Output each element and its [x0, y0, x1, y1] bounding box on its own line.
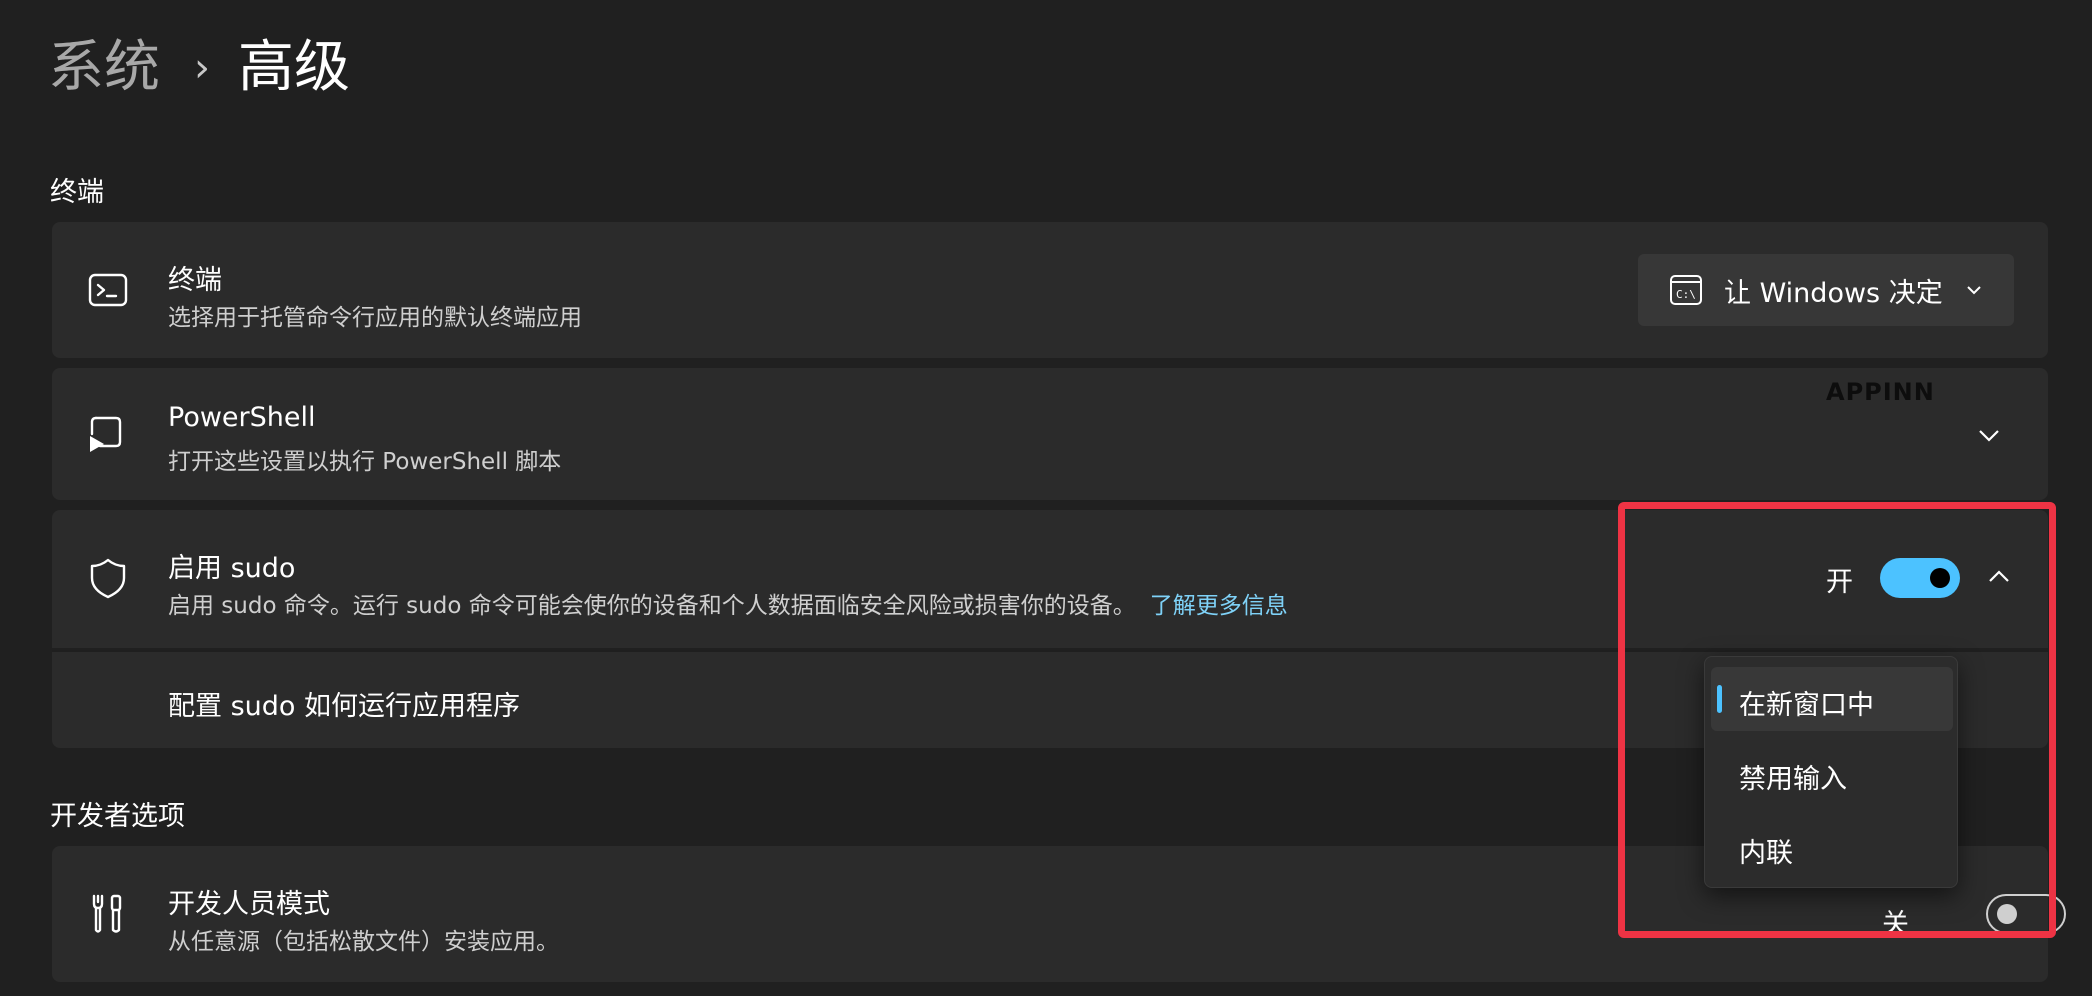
- developer-mode-title: 开发人员模式: [168, 889, 330, 920]
- appinn-watermark: APPINN: [1826, 378, 1935, 406]
- sudo-toggle-label: 开: [1826, 567, 1853, 598]
- breadcrumb-separator-icon: ›: [194, 45, 210, 91]
- learn-more-link[interactable]: 了解更多信息: [1150, 593, 1288, 619]
- section-header-terminal: 终端: [50, 177, 104, 208]
- sudo-setting-card: 启用 sudo 启用 sudo 命令。运行 sudo 命令可能会使你的设备和个人…: [52, 510, 2048, 648]
- shield-icon: [86, 556, 130, 600]
- developer-mode-toggle-label: 关: [1882, 909, 1909, 940]
- developer-mode-description: 从任意源（包括松散文件）安装应用。: [168, 929, 559, 955]
- powershell-setting-card[interactable]: PowerShell 打开这些设置以执行 PowerShell 脚本: [52, 368, 2048, 500]
- flyout-option-disable-input[interactable]: 禁用输入: [1711, 741, 1953, 805]
- developer-mode-toggle-switch[interactable]: [1986, 894, 2066, 934]
- toggle-knob: [1930, 568, 1950, 588]
- sudo-title: 启用 sudo: [168, 553, 296, 584]
- breadcrumb-system-link[interactable]: 系统: [48, 40, 160, 96]
- flyout-option-inline[interactable]: 内联: [1711, 815, 1953, 879]
- powershell-title: PowerShell: [168, 402, 316, 433]
- sudo-config-label: 配置 sudo 如何运行应用程序: [168, 691, 521, 722]
- section-header-developer: 开发者选项: [50, 801, 185, 832]
- sudo-mode-flyout: 在新窗口中 禁用输入 内联: [1704, 656, 1958, 888]
- sudo-description-text: 启用 sudo 命令。运行 sudo 命令可能会使你的设备和个人数据面临安全风险…: [168, 593, 1136, 619]
- selection-indicator: [1717, 685, 1722, 713]
- breadcrumb: 系统 › 高级: [48, 28, 350, 108]
- chevron-down-icon[interactable]: [1976, 422, 2002, 448]
- flyout-option-label: 在新窗口中: [1739, 690, 1874, 721]
- powershell-icon: [86, 412, 130, 456]
- toggle-knob: [1997, 904, 2017, 924]
- terminal-dropdown-value: 让 Windows 决定: [1724, 277, 1943, 309]
- terminal-title: 终端: [168, 265, 222, 296]
- chevron-up-icon[interactable]: [1986, 564, 2012, 590]
- settings-page: 系统 › 高级 终端 终端 选择用于托管命令行应用的默认终端应用 C:\ 让 W…: [0, 0, 2092, 996]
- tools-icon: [86, 892, 130, 936]
- terminal-app-dropdown[interactable]: C:\ 让 Windows 决定: [1638, 254, 2014, 326]
- powershell-description: 打开这些设置以执行 PowerShell 脚本: [168, 449, 562, 475]
- flyout-option-label: 内联: [1739, 838, 1793, 869]
- page-title: 高级: [238, 35, 350, 100]
- terminal-description: 选择用于托管命令行应用的默认终端应用: [168, 305, 582, 331]
- sudo-description: 启用 sudo 命令。运行 sudo 命令可能会使你的设备和个人数据面临安全风险…: [168, 586, 1288, 620]
- terminal-setting-card: 终端 选择用于托管命令行应用的默认终端应用 C:\ 让 Windows 决定: [52, 222, 2048, 358]
- sudo-toggle-switch[interactable]: [1880, 558, 1960, 598]
- flyout-option-new-window[interactable]: 在新窗口中: [1711, 667, 1953, 731]
- terminal-icon: [86, 268, 130, 312]
- chevron-down-icon: [1967, 286, 1981, 295]
- flyout-option-label: 禁用输入: [1739, 764, 1847, 795]
- svg-text:C:\: C:\: [1676, 288, 1696, 301]
- command-prompt-icon: C:\: [1670, 275, 1702, 305]
